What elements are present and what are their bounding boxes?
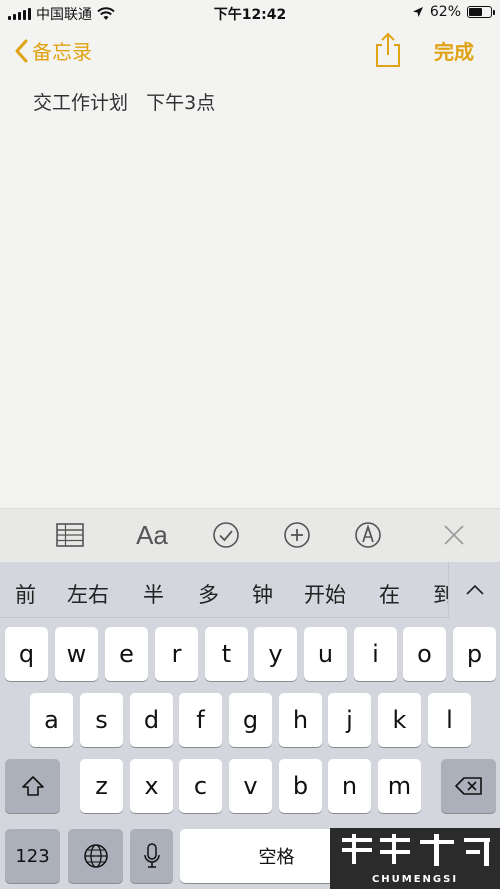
status-bar: 中国联通 下午12:42 62% bbox=[0, 0, 500, 26]
table-button[interactable] bbox=[55, 520, 85, 550]
key-u[interactable]: u bbox=[304, 627, 347, 681]
close-icon bbox=[444, 525, 464, 545]
close-toolbar-button[interactable] bbox=[439, 520, 469, 550]
key-d[interactable]: d bbox=[130, 693, 173, 747]
status-right: 62% bbox=[412, 4, 495, 20]
key-w[interactable]: w bbox=[55, 627, 98, 681]
format-toolbar: Aa bbox=[0, 508, 500, 562]
key-v[interactable]: v bbox=[229, 759, 272, 813]
key-o[interactable]: o bbox=[403, 627, 446, 681]
candidate-word[interactable]: 多 bbox=[198, 579, 219, 609]
done-button[interactable]: 完成 bbox=[434, 36, 474, 65]
table-icon bbox=[56, 523, 84, 547]
svg-text:CHUMENGSI: CHUMENGSI bbox=[372, 874, 458, 885]
key-z[interactable]: z bbox=[80, 759, 123, 813]
key-t[interactable]: t bbox=[205, 627, 248, 681]
chevron-up-icon bbox=[465, 584, 484, 595]
markup-button[interactable] bbox=[353, 520, 383, 550]
key-p[interactable]: p bbox=[453, 627, 496, 681]
checkmark-circle-icon bbox=[213, 522, 239, 548]
key-a[interactable]: a bbox=[30, 693, 73, 747]
globe-icon bbox=[83, 844, 108, 868]
navigation-bar: 备忘录 完成 bbox=[0, 30, 500, 74]
candidate-word[interactable]: 半 bbox=[143, 579, 164, 609]
watermark-logo: CHUMENGSI bbox=[330, 828, 500, 889]
note-text[interactable]: 交工作计划 下午3点 bbox=[33, 88, 215, 115]
dictation-key[interactable] bbox=[130, 829, 173, 883]
plus-circle-icon bbox=[284, 522, 310, 548]
key-c[interactable]: c bbox=[179, 759, 222, 813]
numbers-key[interactable]: 123 bbox=[5, 829, 60, 883]
delete-key[interactable] bbox=[441, 759, 496, 813]
key-l[interactable]: l bbox=[428, 693, 471, 747]
microphone-icon bbox=[143, 843, 160, 868]
back-label: 备忘录 bbox=[32, 40, 92, 64]
expand-candidates-button[interactable] bbox=[448, 562, 500, 618]
candidate-word[interactable]: 钟 bbox=[252, 579, 273, 609]
checklist-button[interactable] bbox=[211, 520, 241, 550]
key-y[interactable]: y bbox=[254, 627, 297, 681]
candidate-word[interactable]: 前 bbox=[15, 579, 36, 609]
key-s[interactable]: s bbox=[80, 693, 123, 747]
back-button[interactable]: 备忘录 bbox=[14, 36, 92, 65]
key-f[interactable]: f bbox=[179, 693, 222, 747]
share-button[interactable] bbox=[372, 32, 404, 68]
key-x[interactable]: x bbox=[130, 759, 173, 813]
text-style-button[interactable]: Aa bbox=[134, 520, 170, 550]
key-n[interactable]: n bbox=[328, 759, 371, 813]
candidate-word[interactable]: 开始 bbox=[304, 579, 346, 609]
key-i[interactable]: i bbox=[354, 627, 397, 681]
share-icon bbox=[376, 32, 400, 67]
candidate-word[interactable]: 左右 bbox=[67, 579, 109, 609]
battery-icon bbox=[467, 6, 495, 18]
key-b[interactable]: b bbox=[279, 759, 322, 813]
key-j[interactable]: j bbox=[328, 693, 371, 747]
location-arrow-icon bbox=[412, 7, 423, 17]
key-r[interactable]: r bbox=[155, 627, 198, 681]
globe-key[interactable] bbox=[68, 829, 123, 883]
chevron-left-icon bbox=[15, 39, 28, 62]
shift-arrow-icon bbox=[21, 776, 44, 796]
candidate-bar: 前 左右 半 多 钟 开始 在 到 bbox=[0, 562, 500, 618]
markup-pen-icon bbox=[355, 522, 381, 548]
battery-percent: 62% bbox=[429, 4, 461, 20]
key-g[interactable]: g bbox=[229, 693, 272, 747]
key-e[interactable]: e bbox=[105, 627, 148, 681]
key-k[interactable]: k bbox=[378, 693, 421, 747]
backspace-icon bbox=[454, 777, 482, 795]
candidate-word[interactable]: 在 bbox=[379, 579, 400, 609]
add-attachment-button[interactable] bbox=[282, 520, 312, 550]
shift-key[interactable] bbox=[5, 759, 60, 813]
key-h[interactable]: h bbox=[279, 693, 322, 747]
key-q[interactable]: q bbox=[5, 627, 48, 681]
key-m[interactable]: m bbox=[378, 759, 421, 813]
